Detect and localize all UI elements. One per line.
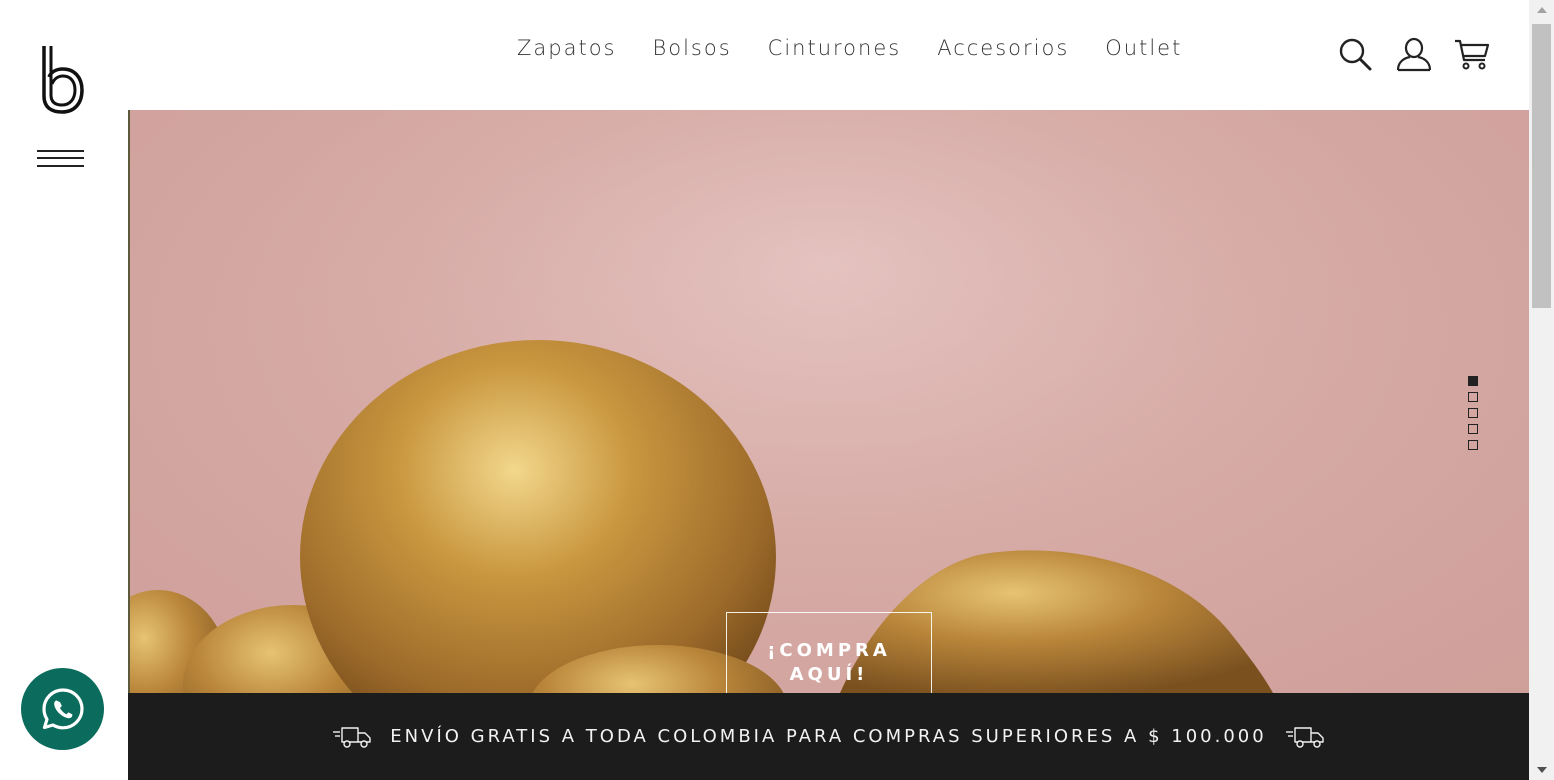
nav-item-cinturones[interactable]: Cinturones [768,36,902,60]
gold-spheres-image [128,110,1428,693]
header-actions [1337,36,1491,72]
scroll-down-arrow-icon[interactable] [1529,760,1554,780]
slide-dot-1[interactable] [1468,376,1478,386]
top-navigation: Zapatos Bolsos Cinturones Accesorios Out… [128,0,1529,110]
search-icon[interactable] [1337,36,1375,72]
slider-pagination [1468,376,1478,456]
nav-item-outlet[interactable]: Outlet [1105,36,1182,60]
delivery-truck-icon [333,726,371,748]
scrollbar-thumb[interactable] [1532,24,1551,308]
free-shipping-text: ENVÍO GRATIS A TODA COLOMBIA PARA COMPRA… [390,726,1267,747]
shop-now-button[interactable]: ¡COMPRA AQUÍ! [726,612,932,693]
vertical-scrollbar[interactable] [1529,0,1554,780]
cart-icon[interactable] [1453,36,1491,72]
nav-item-bolsos[interactable]: Bolsos [652,36,731,60]
slide-dot-3[interactable] [1468,408,1478,418]
nav-item-accesorios[interactable]: Accesorios [937,36,1069,60]
slide-dot-2[interactable] [1468,392,1478,402]
shop-now-label: ¡COMPRA AQUÍ! [767,640,891,685]
delivery-truck-icon [1285,726,1324,748]
slide-dot-4[interactable] [1468,424,1478,434]
b-logo-icon[interactable] [38,44,86,114]
whatsapp-icon [41,688,84,730]
main-menu: Zapatos Bolsos Cinturones Accesorios Out… [517,36,1218,60]
user-icon[interactable] [1395,36,1433,72]
hero-banner[interactable]: ¡COMPRA AQUÍ! [128,110,1529,693]
whatsapp-button[interactable] [21,668,104,750]
scroll-up-arrow-icon[interactable] [1529,0,1554,20]
left-rail [0,0,128,780]
hero-left-edge [128,110,130,693]
nav-item-zapatos[interactable]: Zapatos [517,36,616,60]
hamburger-menu-button[interactable] [37,148,84,172]
free-shipping-bar: ENVÍO GRATIS A TODA COLOMBIA PARA COMPRA… [128,693,1529,780]
slide-dot-5[interactable] [1468,440,1478,450]
page: Zapatos Bolsos Cinturones Accesorios Out… [0,0,1554,780]
